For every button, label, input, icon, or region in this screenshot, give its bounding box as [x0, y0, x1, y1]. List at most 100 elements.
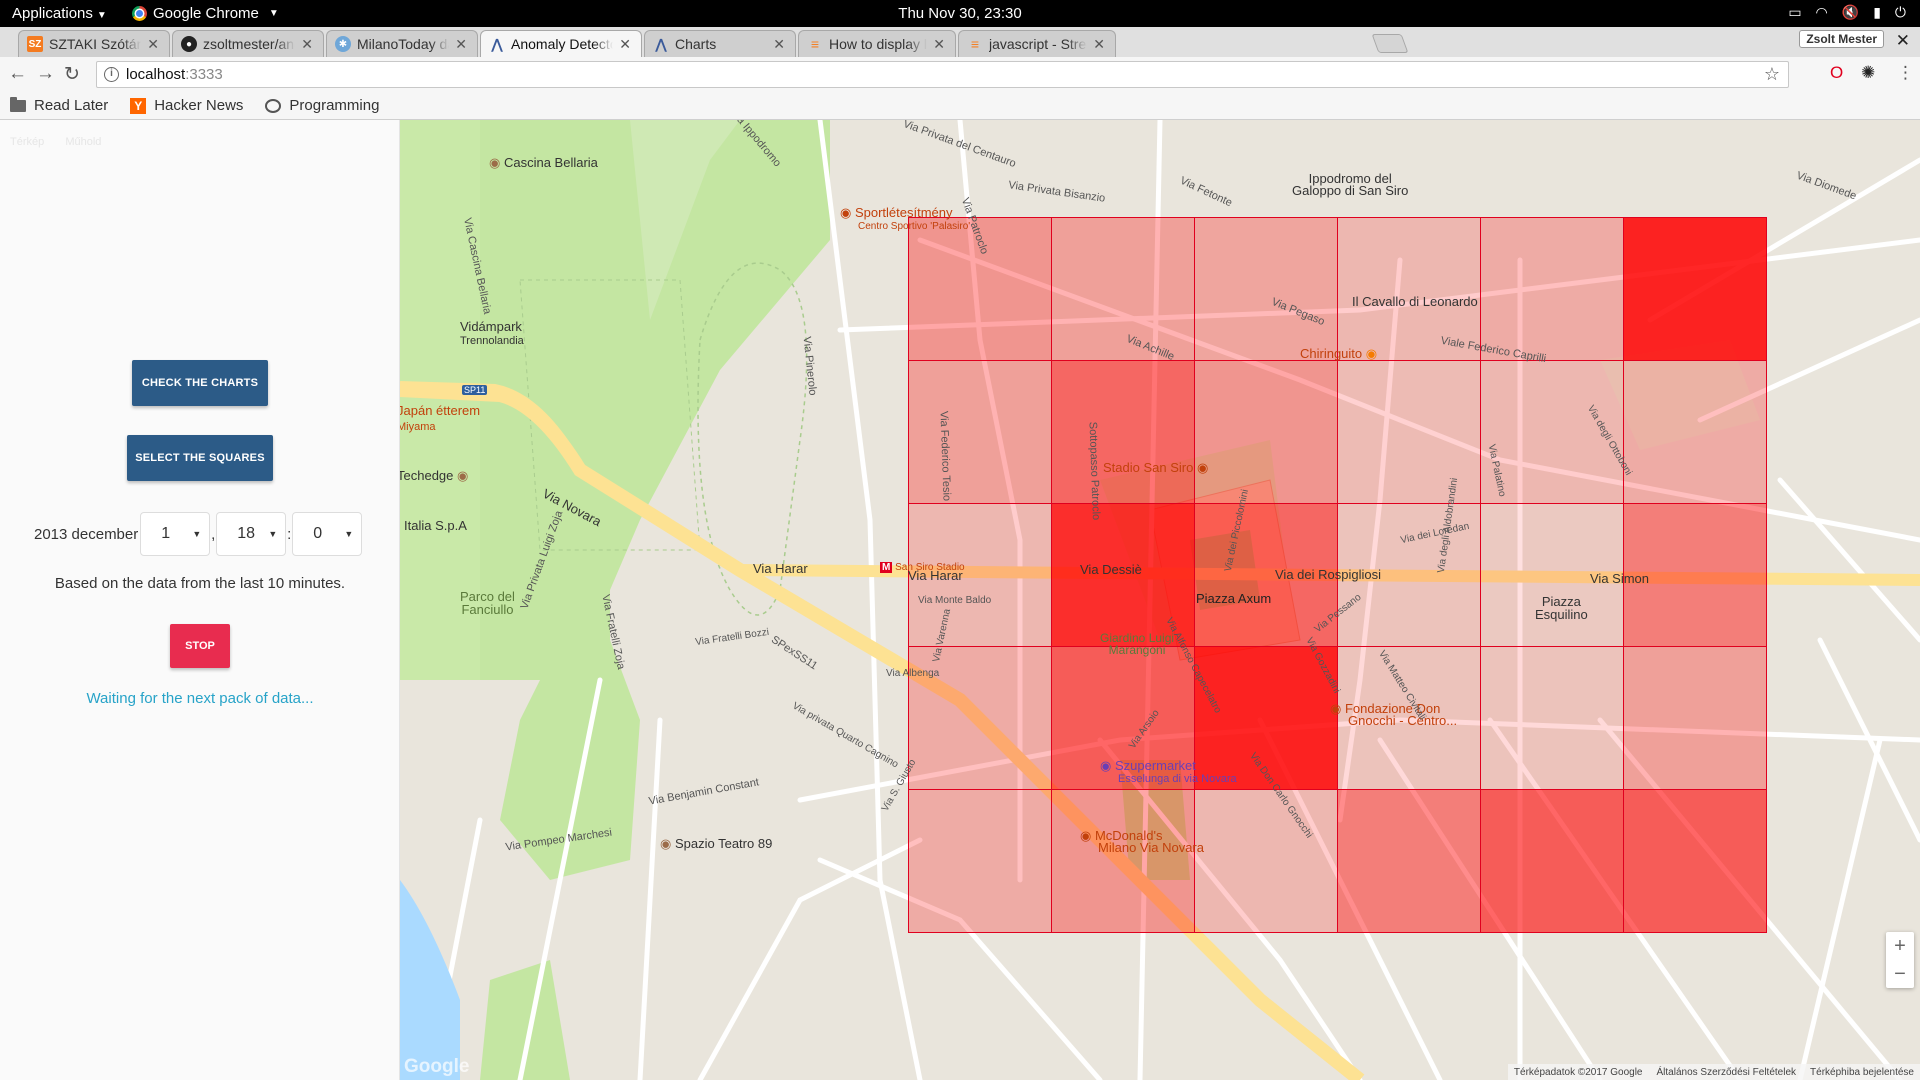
opera-extension-icon[interactable]: O: [1830, 63, 1843, 83]
tab-label: MilanoToday data p: [357, 36, 449, 52]
tab-javascript-streetview[interactable]: ≡ javascript - StreetV ✕: [958, 30, 1116, 57]
info-icon[interactable]: i: [104, 67, 119, 82]
day-select[interactable]: 1 ▼: [140, 512, 211, 556]
grid-cell[interactable]: [1194, 217, 1338, 361]
bookmark-label: Programming: [289, 97, 380, 114]
bookmark-label: Hacker News: [154, 97, 244, 114]
close-icon[interactable]: ✕: [933, 36, 945, 53]
stop-button[interactable]: STOP: [170, 624, 230, 668]
grid-cell[interactable]: [1480, 646, 1624, 790]
chrome-icon: [132, 6, 147, 21]
grid-cell[interactable]: [1480, 789, 1624, 933]
power-icon[interactable]: ⏻: [1895, 4, 1906, 21]
grid-cell[interactable]: [1623, 217, 1767, 361]
poi-techedge: Techedge ◉: [400, 468, 469, 483]
extension-icon[interactable]: ✺: [1861, 63, 1875, 83]
minute-value: 0: [313, 525, 323, 542]
street-via-rospigliosi: Via dei Rospigliosi: [1275, 567, 1381, 582]
caret-down-icon: ▼: [268, 8, 279, 19]
grid-cell[interactable]: [1051, 217, 1195, 361]
tab-strip: SZ SZTAKI Szótár | an ✕ ● zsoltmester/an…: [0, 27, 1920, 57]
tab-milanotoday[interactable]: ✱ MilanoToday data p ✕: [326, 30, 478, 57]
window-close-icon[interactable]: ✕: [1896, 31, 1910, 51]
poi-sport: ◉ Sportlétesítmény Centro Sportivo 'Palas…: [840, 205, 971, 232]
mute-icon[interactable]: 🔇: [1842, 4, 1859, 21]
map-type-map[interactable]: Térkép: [10, 136, 44, 148]
hour-select[interactable]: 18 ▼: [216, 512, 287, 556]
minute-select[interactable]: 0 ▼: [292, 512, 363, 556]
tab-charts[interactable]: ⋀ Charts ✕: [644, 30, 796, 57]
bookmark-hacker-news[interactable]: Y Hacker News: [130, 97, 243, 114]
reload-icon[interactable]: ↻: [64, 63, 80, 86]
menu-kebab-icon[interactable]: ⋮: [1897, 63, 1914, 83]
grid-cell[interactable]: [1623, 360, 1767, 504]
browser-menu[interactable]: Google Chrome ▼: [132, 5, 279, 22]
check-charts-button[interactable]: CHECK THE CHARTS: [132, 360, 268, 406]
day-value: 1: [161, 525, 171, 542]
poi-italia: Italia S.p.A: [404, 518, 467, 533]
tab-how-to-display[interactable]: ≡ How to display loca ✕: [798, 30, 956, 57]
screen-icon[interactable]: ▭: [1788, 4, 1801, 21]
grid-cell[interactable]: [1337, 789, 1481, 933]
tab-label: How to display loca: [829, 36, 928, 52]
bookmark-programming[interactable]: Programming: [265, 97, 379, 114]
address-bar[interactable]: i localhost:3333 ☆: [96, 61, 1789, 88]
close-icon[interactable]: ✕: [455, 36, 467, 53]
map-view[interactable]: ◉ Cascina Bellaria Vidámpark Trennolandia…: [400, 120, 1920, 1080]
grid-cell[interactable]: [908, 360, 1052, 504]
folder-icon: [10, 96, 26, 112]
grid-cell[interactable]: [1194, 789, 1338, 933]
tab-github[interactable]: ● zsoltmester/anomal ✕: [172, 30, 324, 57]
attribution-terms[interactable]: Általános Szerződési Feltételek: [1657, 1067, 1797, 1078]
close-icon[interactable]: ✕: [147, 36, 159, 53]
close-icon[interactable]: ✕: [1093, 36, 1105, 53]
grid-cell[interactable]: [1194, 360, 1338, 504]
anomaly-icon: ⋀: [491, 35, 503, 52]
system-tray: ▭ ◠ 🔇 ▮ ⏻: [1788, 4, 1906, 21]
bookmark-label: Read Later: [34, 97, 109, 114]
select-squares-button[interactable]: SELECT THE SQUARES: [127, 435, 273, 481]
close-icon[interactable]: ✕: [301, 36, 313, 53]
anomaly-icon: ⋀: [655, 35, 667, 52]
caret-down-icon: ▼: [96, 10, 107, 21]
close-icon[interactable]: ✕: [619, 36, 631, 53]
tab-label: Charts: [675, 36, 717, 52]
hour-value: 18: [237, 525, 256, 542]
back-icon[interactable]: ←: [8, 63, 27, 85]
poi-cavallo: Il Cavallo di Leonardo: [1352, 294, 1478, 309]
bookmark-star-icon[interactable]: ☆: [1764, 64, 1780, 85]
reddit-icon: [265, 98, 282, 113]
grid-cell[interactable]: [1051, 789, 1195, 933]
wifi-icon[interactable]: ◠: [1816, 4, 1828, 21]
poi-piazza-esquilino: Piazza Esquilino: [1535, 594, 1588, 622]
new-tab-button[interactable]: [1371, 34, 1409, 53]
poi-spazio: ◉ Spazio Teatro 89: [660, 836, 773, 851]
data-window-note: Based on the data from the last 10 minut…: [54, 575, 346, 592]
grid-cell[interactable]: [1623, 646, 1767, 790]
profile-button[interactable]: Zsolt Mester: [1799, 30, 1884, 48]
tab-label: zsoltmester/anomal: [203, 36, 295, 52]
street-via-dessie: Via Dessiè: [1080, 562, 1142, 577]
applications-menu[interactable]: Applications ▼: [12, 5, 107, 22]
bookmark-read-later[interactable]: Read Later: [10, 96, 109, 114]
attribution-report[interactable]: Térképhiba bejelentése: [1810, 1067, 1914, 1078]
poi-stadio: Stadio San Siro ◉: [1103, 460, 1209, 475]
close-icon[interactable]: ✕: [773, 36, 785, 53]
battery-icon[interactable]: ▮: [1873, 4, 1881, 21]
tab-sztaki[interactable]: SZ SZTAKI Szótár | an ✕: [18, 30, 170, 57]
grid-cell[interactable]: [1480, 217, 1624, 361]
forward-icon[interactable]: →: [36, 63, 55, 85]
poi-fondazione: ◉ Fondazione Don Gnocchi - Centro...: [1330, 701, 1458, 728]
zoom-in-button[interactable]: +: [1886, 932, 1914, 960]
map-type-satellite[interactable]: Műhold: [65, 136, 101, 148]
grid-cell[interactable]: [1051, 360, 1195, 504]
tab-anomaly-detector[interactable]: ⋀ Anomaly Detector ✕: [480, 30, 642, 57]
tab-label: javascript - StreetV: [989, 36, 1087, 52]
grid-cell[interactable]: [908, 789, 1052, 933]
grid-cell[interactable]: [1623, 789, 1767, 933]
hackernews-icon: Y: [130, 97, 147, 114]
zoom-out-button[interactable]: −: [1886, 960, 1914, 988]
clock[interactable]: Thu Nov 30, 23:30: [0, 5, 1920, 22]
street-via-simon: Via Simon: [1590, 571, 1650, 586]
street-via-harar: Via Harar: [753, 561, 808, 576]
